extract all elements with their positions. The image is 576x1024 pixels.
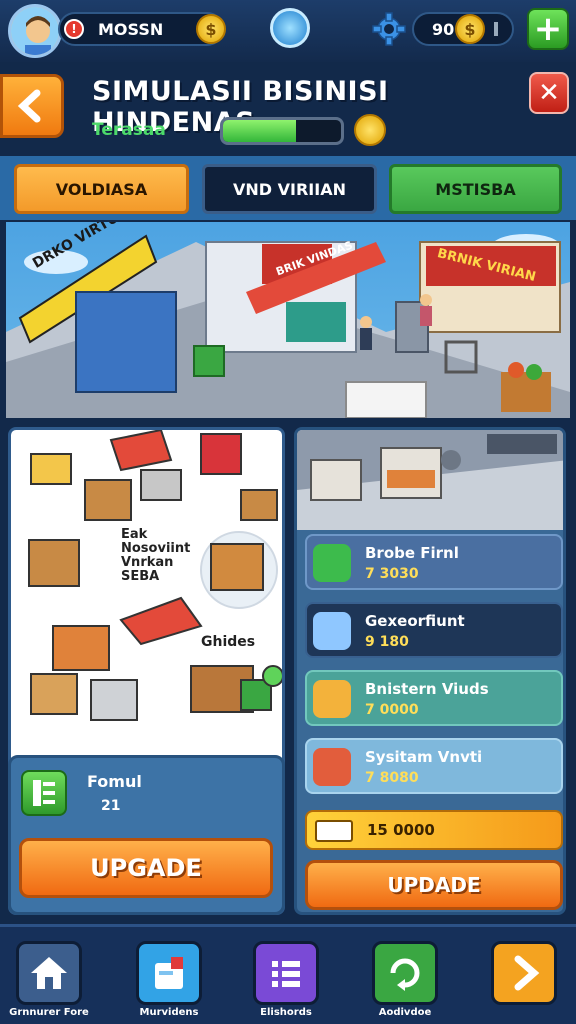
business-value: 7 3030 bbox=[365, 566, 419, 582]
card-value: 21 bbox=[101, 798, 121, 814]
business-card-2[interactable]: Bnistern Viuds 7 0000 bbox=[305, 670, 563, 726]
page-subtitle: Terasaa bbox=[92, 120, 166, 140]
upgrade-button-right[interactable]: UPDADE bbox=[305, 860, 563, 910]
nav-next[interactable] bbox=[491, 941, 557, 1005]
nav-list[interactable] bbox=[253, 941, 319, 1005]
house-icon bbox=[31, 957, 67, 989]
back-button[interactable] bbox=[0, 74, 64, 138]
nav-refresh[interactable] bbox=[372, 941, 438, 1005]
business-card-0[interactable]: Brobe Firnl 7 3030 bbox=[305, 534, 563, 590]
player-avatar[interactable] bbox=[8, 4, 62, 58]
items-illustration bbox=[28, 430, 282, 721]
business-name: Sysitam Vnvti bbox=[365, 748, 483, 766]
nav-home[interactable] bbox=[16, 941, 82, 1005]
back-arrow-icon bbox=[17, 89, 41, 123]
coin-icon: $ bbox=[455, 14, 485, 44]
top-bar: ! MOSSN $ 90 $ + bbox=[0, 0, 576, 62]
currency-amount: 90 bbox=[432, 20, 455, 39]
business-panel: Brobe Firnl 7 3030 Gexeorfiunt 9 180 Bnist… bbox=[294, 427, 566, 915]
nav-refresh-label: Aodivdoe bbox=[378, 1007, 432, 1018]
business-name: Gexeorfiunt bbox=[365, 612, 465, 630]
ledger-icon bbox=[21, 770, 67, 816]
document-icon bbox=[155, 957, 183, 989]
card-title: Fomul bbox=[87, 772, 142, 791]
upgrade-card-left: Fomul 21 UPGADE bbox=[8, 755, 285, 915]
store-scene[interactable]: DRKO VIRTUIA BRIK VINDAS BRNIK VIRIAN bbox=[6, 222, 570, 418]
divider bbox=[494, 22, 498, 36]
business-name: Brobe Firnl bbox=[365, 544, 459, 562]
settings-gear-icon[interactable] bbox=[372, 12, 406, 46]
total-value: 15 0000 bbox=[367, 821, 435, 839]
business-value: 9 180 bbox=[365, 634, 409, 650]
business-name: Bnistern Viuds bbox=[365, 680, 489, 698]
upgrade-button-left[interactable]: UPGADE bbox=[19, 838, 273, 898]
nav-list-label: Elishords bbox=[260, 1007, 312, 1018]
box-icon bbox=[313, 680, 351, 718]
bottom-nav: Grnnurer Fore Murvidens Elishords Aodivd… bbox=[0, 924, 576, 1024]
cash-icon bbox=[315, 820, 353, 842]
progress-fill bbox=[223, 120, 297, 142]
business-value: 7 0000 bbox=[365, 702, 419, 718]
nav-documents[interactable] bbox=[136, 941, 202, 1005]
player-name: MOSSN bbox=[98, 20, 164, 39]
list-icon bbox=[272, 961, 300, 987]
tab-mstisba[interactable]: MSTISBA bbox=[389, 164, 562, 214]
stack-icon bbox=[313, 748, 351, 786]
tab-voldiasa[interactable]: VOLDIASA bbox=[14, 164, 189, 214]
tab-vnd-viriian[interactable]: VND VIRIIAN bbox=[202, 164, 377, 214]
document-icon bbox=[313, 612, 351, 650]
nav-home-label: Grnnurer Fore bbox=[9, 1007, 89, 1018]
progress-bar bbox=[220, 117, 344, 145]
close-button[interactable]: ✕ bbox=[529, 72, 569, 114]
reward-coin-icon bbox=[354, 114, 386, 146]
business-card-3[interactable]: Sysitam Vnvti 7 8080 bbox=[305, 738, 563, 794]
add-currency-button[interactable]: + bbox=[527, 8, 569, 50]
gem-icon[interactable] bbox=[270, 8, 310, 48]
items-caption: Eak Nosoviint Vnrkan SEBA bbox=[121, 527, 191, 584]
business-value: 7 8080 bbox=[365, 770, 419, 786]
business-card-1[interactable]: Gexeorfiunt 9 180 bbox=[305, 602, 563, 658]
alert-badge[interactable]: ! bbox=[64, 19, 84, 39]
refresh-icon bbox=[390, 958, 420, 991]
next-arrow-icon bbox=[514, 955, 540, 991]
nav-documents-label: Murvidens bbox=[139, 1007, 199, 1018]
business-illustration bbox=[297, 430, 563, 530]
items-badge: Ghides bbox=[201, 634, 256, 650]
total-bar: 15 0000 bbox=[305, 810, 563, 850]
shop-icon bbox=[313, 544, 351, 582]
tab-bar: VOLDIASA VND VIRIIAN MSTISBA bbox=[0, 156, 576, 220]
gold-coin-icon: $ bbox=[196, 14, 226, 44]
